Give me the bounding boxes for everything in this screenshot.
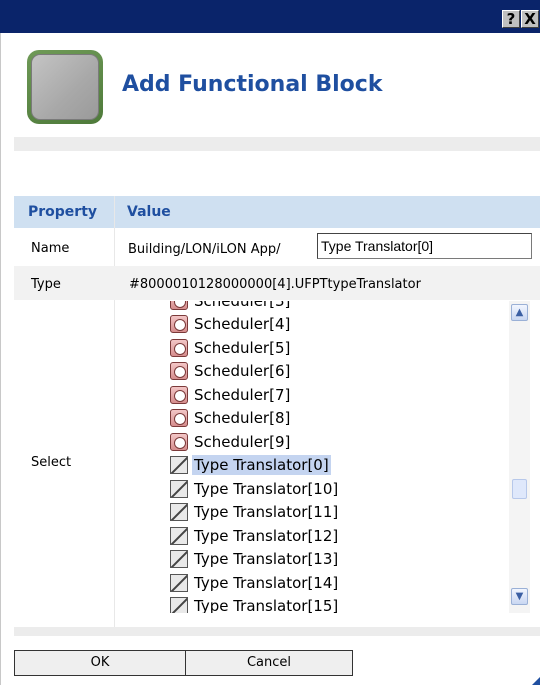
type-translator-icon — [170, 456, 188, 475]
name-input[interactable] — [317, 233, 532, 259]
type-label: Type — [31, 277, 61, 292]
tree-item-label: Scheduler[8] — [194, 409, 291, 428]
tree-item[interactable]: Scheduler[4] — [164, 313, 509, 337]
tree-items: Scheduler[3] Scheduler[4] Scheduler[5] Sche… — [164, 301, 509, 613]
scrollbar-thumb[interactable] — [512, 479, 527, 499]
grid-footer — [14, 627, 540, 636]
tree-item[interactable]: Type Translator[11] — [164, 501, 509, 525]
help-button[interactable]: ? — [502, 10, 520, 28]
type-translator-icon — [170, 573, 188, 592]
tree-item-label: Scheduler[7] — [194, 385, 291, 404]
scheduler-icon — [170, 315, 188, 334]
scroll-up-icon[interactable]: ▲ — [511, 304, 528, 321]
tree-item[interactable]: Scheduler[8] — [164, 407, 509, 431]
type-translator-icon — [170, 479, 188, 498]
dialog-title: Add Functional Block — [122, 72, 383, 97]
tree-item-label: Type Translator[14] — [194, 573, 339, 592]
name-path-prefix: Building/LON/iLON App/ — [128, 242, 281, 257]
scroll-down-icon[interactable]: ▼ — [511, 588, 528, 605]
tree-item-label: Type Translator[15] — [194, 597, 339, 613]
type-translator-icon — [170, 597, 188, 613]
tree-item-label: Type Translator[13] — [194, 550, 339, 569]
ok-button[interactable]: OK — [14, 650, 186, 676]
tree-item-label: Type Translator[11] — [194, 503, 339, 522]
scheduler-icon — [170, 432, 188, 451]
logo-inner — [31, 54, 99, 120]
header-divider — [14, 137, 540, 151]
tree-item-label: Scheduler[5] — [194, 338, 291, 357]
type-value: #8000010128000000[4].UFPTtypeTranslator — [129, 277, 421, 292]
grid-header: Property Value — [14, 196, 540, 228]
column-header-value: Value — [127, 204, 171, 220]
tree-item[interactable]: Scheduler[3] — [164, 301, 509, 313]
tree-item[interactable]: Type Translator[14] — [164, 571, 509, 595]
column-header-property: Property — [28, 204, 98, 220]
type-translator-icon — [170, 526, 188, 545]
scheduler-icon — [170, 385, 188, 404]
type-translator-icon — [170, 503, 188, 522]
tree-item[interactable]: Type Translator[15] — [164, 595, 509, 613]
resize-corner — [532, 677, 540, 685]
tree-item[interactable]: Type Translator[12] — [164, 524, 509, 548]
scheduler-icon — [170, 409, 188, 428]
tree-item[interactable]: Type Translator[10] — [164, 477, 509, 501]
vertical-scrollbar[interactable]: ▲ ▼ — [509, 301, 530, 613]
scheduler-icon — [170, 362, 188, 381]
tree-item[interactable]: Scheduler[6] — [164, 360, 509, 384]
tree-item-label: Type Translator[10] — [194, 479, 339, 498]
tree-item-label: Scheduler[3] — [192, 301, 292, 311]
block-select-list[interactable]: Scheduler[3] Scheduler[4] Scheduler[5] Sche… — [164, 301, 534, 613]
functional-block-logo-icon — [27, 50, 103, 124]
tree-item-label: Type Translator[0] — [192, 455, 331, 476]
name-label: Name — [31, 241, 70, 256]
cancel-button[interactable]: Cancel — [185, 650, 353, 676]
type-translator-icon — [170, 550, 188, 569]
tree-item-label: Scheduler[4] — [194, 315, 291, 334]
tree-item[interactable]: Type Translator[0] — [164, 454, 509, 478]
close-button[interactable]: X — [521, 10, 539, 28]
scheduler-icon — [170, 338, 188, 357]
column-separator — [114, 196, 115, 630]
property-grid: Property Value Name Building/LON/iLON Ap… — [14, 196, 540, 630]
scheduler-icon — [170, 301, 188, 310]
select-label: Select — [31, 455, 72, 470]
tree-item[interactable]: Scheduler[5] — [164, 336, 509, 360]
tree-item-label: Scheduler[9] — [194, 432, 291, 451]
tree-item[interactable]: Scheduler[7] — [164, 383, 509, 407]
tree-item-label: Type Translator[12] — [194, 526, 339, 545]
tree-item[interactable]: Scheduler[9] — [164, 430, 509, 454]
tree-item[interactable]: Type Translator[13] — [164, 548, 509, 572]
tree-item-label: Scheduler[6] — [194, 362, 291, 381]
title-bar: ? X — [0, 0, 540, 33]
